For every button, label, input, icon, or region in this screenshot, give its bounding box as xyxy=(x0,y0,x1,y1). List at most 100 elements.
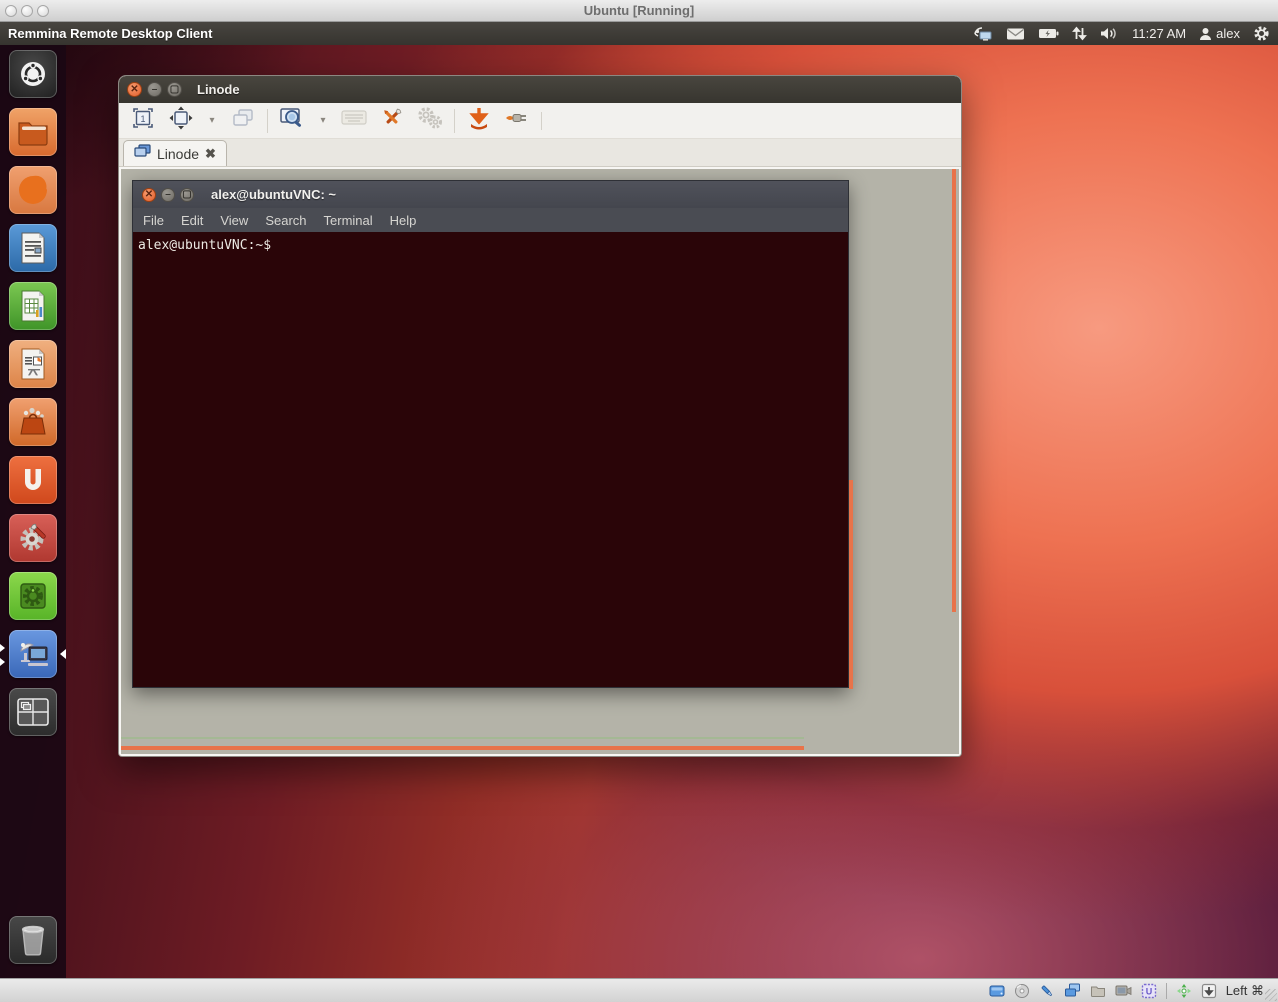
minimize-button[interactable] xyxy=(21,5,33,17)
grab-keyboard-button[interactable] xyxy=(340,107,368,135)
ubuntu-one-icon xyxy=(16,463,50,497)
software-center-bag-icon xyxy=(16,405,50,439)
keyboard-capture-icon[interactable] xyxy=(1201,983,1217,999)
launcher-item-software-updater[interactable] xyxy=(9,572,57,620)
dropdown-caret-icon: ▾ xyxy=(209,115,214,126)
tools-icon xyxy=(379,105,405,136)
tab-label: Linode xyxy=(157,146,199,162)
scaled-mode-button[interactable] xyxy=(278,107,306,135)
fullscreen-icon: 1 xyxy=(132,107,154,134)
optical-drives-icon[interactable] xyxy=(1014,983,1030,999)
launcher-item-libreoffice-impress[interactable] xyxy=(9,340,57,388)
launcher-item-dash-home[interactable] xyxy=(9,50,57,98)
remote-terminal-window[interactable]: ✕ – ▢ alex@ubuntuVNC: ~ File Edit View S… xyxy=(132,180,849,688)
running-arrow-icon xyxy=(0,644,5,652)
user-menu[interactable]: alex xyxy=(1199,26,1240,41)
connection-tab-linode[interactable]: Linode ✖ xyxy=(123,140,227,166)
battery-indicator-icon[interactable] xyxy=(1038,27,1059,40)
terminal-titlebar[interactable]: ✕ – ▢ alex@ubuntuVNC: ~ xyxy=(133,181,848,208)
scaled-dropdown-button[interactable]: ▾ xyxy=(316,107,330,135)
grab-keyboard-icon xyxy=(341,109,367,132)
tools-button[interactable] xyxy=(378,107,406,135)
user-indicator-icon xyxy=(1199,27,1212,41)
remmina-icon xyxy=(15,637,51,671)
virtualbox-host-window: Ubuntu [Running] Remmina Remote Desktop … xyxy=(0,0,1278,1002)
display-icon[interactable] xyxy=(1115,984,1132,998)
impress-presentation-icon xyxy=(18,347,48,381)
menu-search[interactable]: Search xyxy=(265,213,306,228)
usb-devices-icon[interactable] xyxy=(1039,983,1055,999)
launcher-item-remmina[interactable] xyxy=(9,630,57,678)
close-button[interactable] xyxy=(5,5,17,17)
duplicate-connection-icon xyxy=(231,107,255,134)
disconnect-icon xyxy=(504,107,530,134)
window-maximize-button[interactable]: ▢ xyxy=(167,82,182,97)
launcher-item-files[interactable] xyxy=(9,108,57,156)
launcher-item-trash[interactable] xyxy=(9,916,57,964)
launcher-item-libreoffice-writer[interactable] xyxy=(9,224,57,272)
launcher-item-ubuntu-one[interactable] xyxy=(9,456,57,504)
writer-document-icon xyxy=(18,231,48,265)
remmina-titlebar[interactable]: ✕ – ▢ Linode xyxy=(119,76,961,103)
resize-grip[interactable] xyxy=(1265,989,1277,1001)
menu-file[interactable]: File xyxy=(143,213,164,228)
sync-indicator-icon[interactable] xyxy=(1072,26,1087,41)
scaled-mode-icon xyxy=(279,106,305,135)
launcher-item-software-center[interactable] xyxy=(9,398,57,446)
duplicate-connection-button[interactable] xyxy=(229,107,257,135)
network-indicator-icon[interactable] xyxy=(973,26,993,42)
volume-indicator-icon[interactable] xyxy=(1100,26,1119,41)
toolbar-separator xyxy=(541,112,542,130)
launcher-item-workspace-switcher[interactable] xyxy=(9,688,57,736)
minimize-connection-button[interactable] xyxy=(465,107,493,135)
statusbar-divider xyxy=(1166,983,1167,999)
focused-arrow-icon xyxy=(60,649,66,659)
launcher-item-libreoffice-calc[interactable] xyxy=(9,282,57,330)
virtualization-features-icon[interactable]: U xyxy=(1141,983,1157,999)
toolbar-separator xyxy=(454,109,455,133)
terminal-menubar: File Edit View Search Terminal Help xyxy=(133,208,848,232)
window-close-button[interactable]: ✕ xyxy=(127,82,142,97)
autofit-dropdown-button[interactable]: ▾ xyxy=(205,107,219,135)
hard-disks-icon[interactable] xyxy=(989,983,1005,999)
vnc-viewport[interactable]: ✕ – ▢ alex@ubuntuVNC: ~ File Edit View S… xyxy=(119,167,961,756)
ubuntu-dash-icon xyxy=(16,57,50,91)
terminal-body[interactable]: alex@ubuntuVNC:~$ xyxy=(133,232,848,258)
mouse-integration-icon[interactable] xyxy=(1176,983,1192,999)
active-app-title: Remmina Remote Desktop Client xyxy=(8,26,212,41)
terminal-close-button[interactable]: ✕ xyxy=(142,188,156,202)
menu-terminal[interactable]: Terminal xyxy=(324,213,373,228)
preferences-button[interactable] xyxy=(416,107,444,135)
guest-screen: Remmina Remote Desktop Client 11:27 AM xyxy=(0,22,1278,978)
zoom-button[interactable] xyxy=(37,5,49,17)
network-adapters-icon[interactable] xyxy=(1064,983,1081,998)
svg-text:1: 1 xyxy=(140,114,145,124)
unity-launcher xyxy=(0,45,66,978)
remmina-toolbar: 1 ▾ ▾ xyxy=(119,103,961,139)
workspace-switcher-icon xyxy=(16,697,50,727)
terminal-maximize-button[interactable]: ▢ xyxy=(180,188,194,202)
window-minimize-button[interactable]: – xyxy=(147,82,162,97)
menu-edit[interactable]: Edit xyxy=(181,213,203,228)
menu-help[interactable]: Help xyxy=(390,213,417,228)
host-window-title: Ubuntu [Running] xyxy=(0,3,1278,18)
traffic-lights xyxy=(5,5,49,17)
shared-folders-icon[interactable] xyxy=(1090,984,1106,998)
ubuntu-top-panel: Remmina Remote Desktop Client 11:27 AM xyxy=(0,22,1278,45)
autofit-window-button[interactable] xyxy=(167,107,195,135)
fullscreen-button[interactable]: 1 xyxy=(129,107,157,135)
session-gear-icon[interactable] xyxy=(1253,25,1270,42)
indicator-tray: 11:27 AM alex xyxy=(973,25,1270,42)
mail-indicator-icon[interactable] xyxy=(1006,27,1025,41)
tab-close-icon[interactable]: ✖ xyxy=(205,146,216,162)
host-titlebar[interactable]: Ubuntu [Running] xyxy=(0,0,1278,22)
settings-gear-wrench-icon xyxy=(15,520,51,556)
disconnect-button[interactable] xyxy=(503,107,531,135)
launcher-item-firefox[interactable] xyxy=(9,166,57,214)
menu-view[interactable]: View xyxy=(220,213,248,228)
clock[interactable]: 11:27 AM xyxy=(1132,26,1186,41)
terminal-minimize-button[interactable]: – xyxy=(161,188,175,202)
launcher-item-system-settings[interactable] xyxy=(9,514,57,562)
terminal-title: alex@ubuntuVNC: ~ xyxy=(211,187,336,202)
user-name: alex xyxy=(1216,26,1240,41)
